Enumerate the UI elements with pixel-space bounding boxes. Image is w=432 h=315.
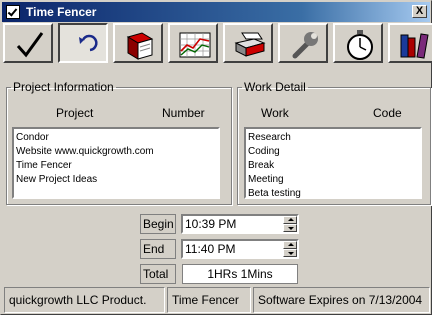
list-item[interactable]: Research bbox=[248, 131, 418, 145]
project-info-group: Project Information Project Number Condo… bbox=[6, 80, 232, 205]
list-item[interactable]: Time Fencer bbox=[16, 159, 216, 173]
total-time-value: 1HRs 1Mins bbox=[182, 264, 298, 284]
printer-icon bbox=[234, 32, 266, 57]
work-detail-legend: Work Detail bbox=[244, 80, 306, 94]
code-column-header: Code bbox=[373, 106, 402, 120]
app-window: Time Fencer X Project Information Projec… bbox=[0, 0, 432, 315]
printer-button[interactable] bbox=[223, 23, 273, 63]
close-button[interactable]: X bbox=[412, 5, 427, 18]
begin-spin-down-icon[interactable] bbox=[283, 224, 297, 232]
list-item[interactable]: Break bbox=[248, 159, 418, 173]
end-spinner[interactable] bbox=[283, 241, 297, 257]
list-item[interactable]: Condor bbox=[16, 131, 216, 145]
books-button[interactable] bbox=[388, 23, 432, 63]
begin-spin-up-icon[interactable] bbox=[283, 216, 297, 224]
end-spin-up-icon[interactable] bbox=[283, 241, 297, 249]
books-icon bbox=[400, 33, 429, 59]
project-info-legend: Project Information bbox=[13, 80, 114, 94]
end-label: End bbox=[140, 239, 176, 259]
list-item[interactable]: Beta testing bbox=[248, 187, 418, 201]
project-list[interactable]: Condor Website www.quickgrowth.com Time … bbox=[12, 127, 220, 199]
begin-time-field[interactable]: 10:39 PM bbox=[181, 214, 299, 234]
end-time-value: 11:40 PM bbox=[185, 242, 236, 256]
book-button[interactable] bbox=[113, 23, 163, 63]
list-item[interactable]: Website www.quickgrowth.com bbox=[16, 145, 216, 159]
undo-button[interactable] bbox=[58, 23, 108, 63]
end-time-field[interactable]: 11:40 PM bbox=[181, 239, 299, 259]
window-title: Time Fencer bbox=[26, 5, 97, 19]
title-bar[interactable]: Time Fencer X bbox=[2, 2, 430, 22]
status-app: Time Fencer bbox=[167, 287, 251, 313]
stopwatch-icon bbox=[347, 30, 373, 60]
begin-time-value: 10:39 PM bbox=[185, 217, 237, 231]
wrench-icon bbox=[292, 32, 318, 59]
total-label: Total bbox=[140, 264, 176, 284]
wrench-button[interactable] bbox=[278, 23, 328, 63]
number-column-header: Number bbox=[162, 106, 205, 120]
list-item[interactable]: Meeting bbox=[248, 173, 418, 187]
project-column-header: Project bbox=[56, 106, 94, 120]
undo-icon bbox=[79, 34, 98, 52]
list-item[interactable]: New Project Ideas bbox=[16, 173, 216, 187]
status-expiry: Software Expires on 7/13/2004 bbox=[253, 287, 430, 313]
toolbar bbox=[3, 23, 432, 67]
chart-button[interactable] bbox=[168, 23, 218, 63]
app-icon bbox=[6, 5, 20, 19]
work-column-header: Work bbox=[261, 106, 289, 120]
status-company: quickgrowth LLC Product. bbox=[4, 287, 165, 313]
list-item[interactable]: Coding bbox=[248, 145, 418, 159]
begin-spinner[interactable] bbox=[283, 216, 297, 232]
end-spin-down-icon[interactable] bbox=[283, 249, 297, 257]
chart-icon bbox=[179, 32, 211, 58]
work-detail-group: Work Detail Work Code Research Coding Br… bbox=[237, 80, 431, 205]
begin-label: Begin bbox=[140, 214, 176, 234]
book-icon bbox=[126, 32, 154, 60]
work-list[interactable]: Research Coding Break Meeting Beta testi… bbox=[244, 127, 422, 199]
stopwatch-button[interactable] bbox=[333, 23, 383, 63]
check-icon bbox=[16, 32, 44, 58]
check-button[interactable] bbox=[3, 23, 53, 63]
